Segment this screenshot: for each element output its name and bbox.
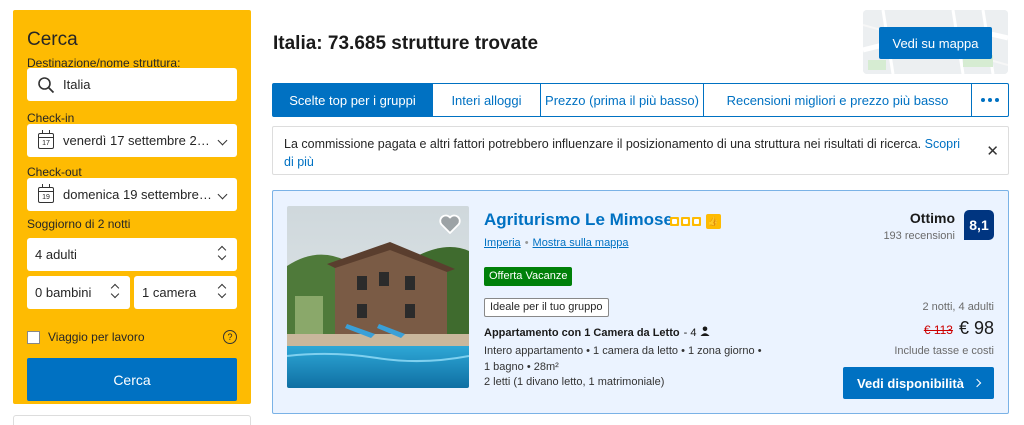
children-select[interactable]: 0 bambini xyxy=(27,276,130,309)
chevron-down-icon xyxy=(215,189,229,201)
room-description: Intero appartamento • 1 camera da letto … xyxy=(484,344,769,391)
calendar-day: 17 xyxy=(38,129,54,149)
tab-price-lowest[interactable]: Prezzo (prima il più basso) xyxy=(541,84,704,116)
see-availability-button[interactable]: Vedi disponibilità xyxy=(843,367,994,399)
business-travel-checkbox[interactable] xyxy=(27,330,40,344)
rooms-value: 1 camera xyxy=(142,285,197,300)
updown-icon xyxy=(108,284,122,301)
stay-summary: 2 notti, 4 adulti xyxy=(922,301,994,313)
tab-entire-homes[interactable]: Interi alloggi xyxy=(433,84,541,116)
checkout-value: domenica 19 settembre 2... xyxy=(63,187,215,202)
current-price: € 98 xyxy=(958,318,994,338)
calendar-day: 19 xyxy=(38,183,54,203)
price-row: € 113 € 98 xyxy=(924,318,994,339)
search-title: Cerca xyxy=(27,29,78,50)
show-on-map-button[interactable]: Vedi su mappa xyxy=(879,27,992,59)
room-desc-line: 2 letti (1 divano letto, 1 matrimoniale) xyxy=(484,376,665,388)
updown-icon xyxy=(215,284,229,301)
close-icon[interactable]: ✕ xyxy=(986,143,999,161)
offer-badge: Offerta Vacanze xyxy=(484,267,573,286)
business-travel-row: Viaggio per lavoro ? xyxy=(27,330,237,344)
rating-word: Ottimo xyxy=(909,210,955,226)
original-price: € 113 xyxy=(923,323,953,337)
person-icon xyxy=(700,326,709,336)
review-score[interactable]: 8,1 xyxy=(964,210,994,240)
notice-text: La commissione pagata e altri fattori po… xyxy=(284,137,922,151)
children-value: 0 bambini xyxy=(35,285,92,300)
destination-input[interactable]: Italia xyxy=(27,68,237,101)
checkout-label: Check-out xyxy=(27,165,82,179)
checkin-value: venerdì 17 settembre 2021 xyxy=(63,133,215,148)
group-badge: Ideale per il tuo gruppo xyxy=(484,298,609,317)
heart-icon[interactable] xyxy=(438,212,462,236)
property-card: Agriturismo Le Mimose 👍 Imperia • Mostra s… xyxy=(272,190,1009,414)
location-row: Imperia • Mostra sulla mappa xyxy=(484,237,629,249)
rooms-select[interactable]: 1 camera xyxy=(134,276,237,309)
updown-icon xyxy=(215,246,229,263)
calendar-icon: 17 xyxy=(35,129,57,149)
ranking-notice: La commissione pagata e altri fattori po… xyxy=(272,126,1009,175)
thumbs-up-icon: 👍 xyxy=(706,214,721,229)
checkin-field[interactable]: 17 venerdì 17 settembre 2021 xyxy=(27,124,237,157)
checkin-label: Check-in xyxy=(27,111,75,125)
occupancy-count: - 4 xyxy=(683,327,697,339)
room-type-name: Appartamento con 1 Camera da Letto xyxy=(484,327,680,339)
room-desc-line: 1 bagno • 28m² xyxy=(484,360,559,373)
star-icon xyxy=(670,217,679,226)
secondary-panel xyxy=(13,415,251,425)
search-icon xyxy=(35,76,57,94)
star-rating: 👍 xyxy=(670,214,721,229)
tax-note: Include tasse e costi xyxy=(894,345,994,357)
star-icon xyxy=(692,217,701,226)
tab-top-picks-groups[interactable]: Scelte top per i gruppi xyxy=(273,84,433,116)
more-dots-icon xyxy=(981,98,999,102)
results-title: Italia: 73.685 strutture trovate xyxy=(273,33,539,54)
adults-value: 4 adulti xyxy=(35,247,77,262)
search-button[interactable]: Cerca xyxy=(27,358,237,401)
room-desc-line: Intero appartamento • 1 camera da letto … xyxy=(484,345,762,357)
see-availability-label: Vedi disponibilità xyxy=(857,375,964,391)
search-panel: Cerca Destinazione/nome struttura: Itali… xyxy=(13,10,251,404)
map-preview[interactable]: Vedi su mappa xyxy=(863,10,1008,74)
chevron-right-icon xyxy=(972,378,982,388)
checkout-field[interactable]: 19 domenica 19 settembre 2... xyxy=(27,178,237,211)
calendar-icon: 19 xyxy=(35,183,57,203)
more-sort-options[interactable] xyxy=(972,84,1008,116)
tab-best-reviewed-lowest-price[interactable]: Recensioni migliori e prezzo più basso xyxy=(704,84,972,116)
star-icon xyxy=(681,217,690,226)
stay-length-label: Soggiorno di 2 notti xyxy=(27,217,131,231)
property-name[interactable]: Agriturismo Le Mimose xyxy=(484,210,673,230)
business-travel-label: Viaggio per lavoro xyxy=(48,330,145,344)
adults-select[interactable]: 4 adulti xyxy=(27,238,237,271)
show-on-map-link[interactable]: Mostra sulla mappa xyxy=(533,237,629,249)
room-type: Appartamento con 1 Camera da Letto - 4 xyxy=(484,326,710,339)
sort-tabs: Scelte top per i gruppi Interi alloggi P… xyxy=(272,83,1009,117)
location-link[interactable]: Imperia xyxy=(484,237,521,249)
help-icon[interactable]: ? xyxy=(223,330,237,344)
chevron-down-icon xyxy=(215,135,229,147)
destination-value: Italia xyxy=(63,77,91,92)
review-count: 193 recensioni xyxy=(883,230,955,242)
